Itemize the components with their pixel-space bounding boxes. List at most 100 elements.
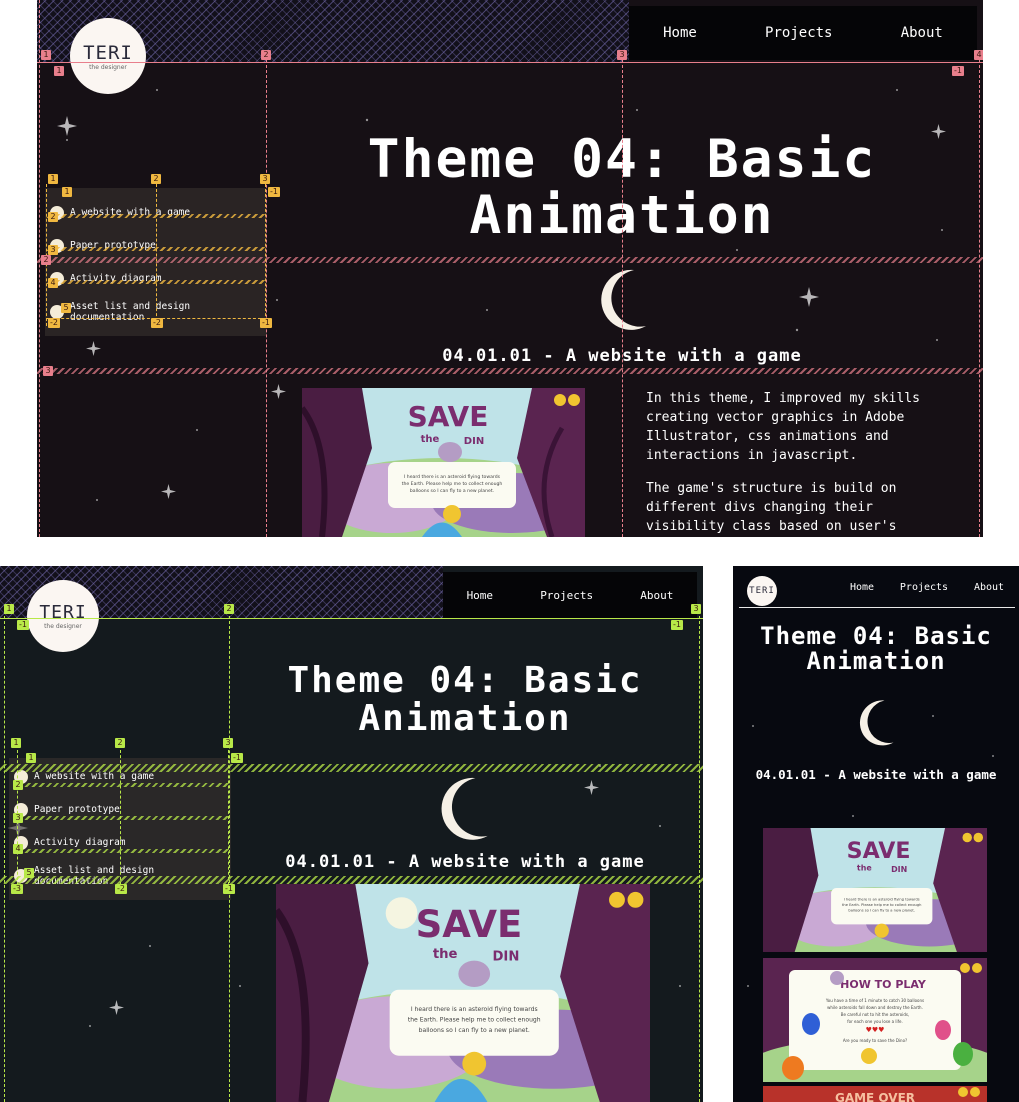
page-title-line2: Animation bbox=[806, 647, 946, 676]
grid-badge: 4 bbox=[48, 278, 58, 288]
nav-projects-link[interactable]: Projects bbox=[900, 582, 948, 593]
svg-text:the: the bbox=[857, 864, 872, 873]
logo-tagline: the designer bbox=[44, 623, 82, 630]
nav-home-link[interactable]: Home bbox=[467, 589, 494, 602]
sidebar-item-activity-diagram[interactable]: Activity diagram bbox=[9, 826, 231, 859]
game-screenshot[interactable]: SAVE the DIN I heard there is an asteroi… bbox=[276, 884, 650, 1102]
logo-tagline: the designer bbox=[89, 63, 127, 71]
grid-badge: 2 bbox=[151, 174, 161, 184]
nav-about-link[interactable]: About bbox=[640, 589, 673, 602]
grid-badge: 3 bbox=[48, 245, 58, 255]
desktop-screenshot: Home Projects About TERI the designer Th… bbox=[37, 0, 983, 537]
grid-badge: 1 bbox=[26, 753, 36, 763]
svg-text:DIN: DIN bbox=[464, 436, 484, 447]
grid-badge: 3 bbox=[43, 366, 53, 376]
svg-text:balloons so I can fly to a new: balloons so I can fly to a new planet. bbox=[410, 488, 494, 494]
sidebar-item-game[interactable]: A website with a game bbox=[9, 760, 231, 793]
sidebar-item-label: Activity diagram bbox=[70, 273, 162, 284]
sidebar-item-paper-prototype[interactable]: Paper prototype bbox=[9, 793, 231, 826]
section-subtitle: 04.01.01 - A website with a game bbox=[442, 346, 802, 366]
page-title-line2: Animation bbox=[358, 697, 572, 739]
page-title-line1: Theme 04: Basic bbox=[287, 660, 643, 701]
grid-badge: 3 bbox=[223, 738, 233, 748]
svg-text:the Earth. Please help me to c: the Earth. Please help me to collect eno… bbox=[408, 1016, 541, 1023]
game-art: SAVE the DIN I heard there is an asteroi… bbox=[302, 388, 585, 537]
gameover-art: GAME OVER bbox=[763, 1086, 987, 1102]
sidebar-nav: A website with a game Paper prototype Ac… bbox=[45, 188, 267, 336]
logo-title: TERI bbox=[83, 41, 133, 64]
grid-badge: -3 bbox=[11, 884, 23, 894]
grid-badge: 5 bbox=[61, 303, 71, 313]
nav-home-link[interactable]: Home bbox=[663, 25, 697, 41]
grid-badge: 2 bbox=[41, 255, 51, 265]
page-title-line1: Theme 04: Basic bbox=[760, 622, 992, 650]
svg-text:You have a time of 1 minute to: You have a time of 1 minute to catch 30 … bbox=[825, 998, 924, 1003]
grid-badge: 3 bbox=[260, 174, 270, 184]
moon-icon bbox=[441, 777, 488, 840]
svg-text:I heard there is an asteroid f: I heard there is an asteroid flying towa… bbox=[404, 474, 501, 480]
nav-projects-link[interactable]: Projects bbox=[540, 589, 593, 602]
page-title: Theme 04: Basic Animation bbox=[733, 622, 1019, 676]
mobile-screenshot: TERI Home Projects About Theme 04: Basic… bbox=[733, 566, 1019, 1102]
logo[interactable]: TERI the designer bbox=[27, 580, 99, 652]
moon-icon bbox=[859, 700, 894, 746]
grid-badge: -1 bbox=[268, 187, 280, 197]
logo[interactable]: TERI the designer bbox=[70, 18, 146, 94]
grid-badge: 1 bbox=[54, 66, 64, 76]
grid-badge: -1 bbox=[260, 318, 272, 328]
logo-title: TERI bbox=[39, 602, 87, 623]
grid-badge: -2 bbox=[151, 318, 163, 328]
header-divider bbox=[739, 607, 1015, 608]
grid-badge: 1 bbox=[62, 187, 72, 197]
nav-home-link[interactable]: Home bbox=[850, 582, 874, 593]
grid-line bbox=[979, 55, 980, 537]
grid-badge: -1 bbox=[17, 620, 29, 630]
svg-text:balloons so I can fly to a new: balloons so I can fly to a new planet. bbox=[419, 1027, 530, 1034]
grid-badge: 5 bbox=[24, 868, 34, 878]
sidebar-item-activity-diagram[interactable]: Activity diagram bbox=[45, 262, 267, 295]
tablet-screenshot: Home Projects About TERI the designer Th… bbox=[0, 566, 703, 1102]
grid-badge: -2 bbox=[48, 318, 60, 328]
grid-badge: 1 bbox=[4, 604, 14, 614]
svg-text:DIN: DIN bbox=[492, 950, 519, 965]
game-title-save: SAVE bbox=[408, 400, 489, 433]
svg-text:HOW TO PLAY: HOW TO PLAY bbox=[840, 978, 927, 991]
logo-title: TERI bbox=[749, 586, 775, 596]
sidebar-item-label: Paper prototype bbox=[34, 804, 120, 815]
grid-badge: -1 bbox=[671, 620, 683, 630]
svg-text:I heard there is an asteroid f: I heard there is an asteroid flying towa… bbox=[411, 1006, 538, 1013]
grid-badge: -1 bbox=[952, 66, 964, 76]
grid-line bbox=[37, 62, 983, 63]
main-nav: Home Projects About bbox=[443, 572, 697, 618]
nav-about-link[interactable]: About bbox=[974, 582, 1004, 593]
game-screenshot[interactable]: SAVE the DIN I heard there is an asteroi… bbox=[302, 388, 585, 537]
sidebar-item-game[interactable]: A website with a game bbox=[45, 196, 267, 229]
nav-projects-link[interactable]: Projects bbox=[765, 25, 832, 41]
svg-text:the: the bbox=[433, 947, 458, 962]
grid-badge: 1 bbox=[41, 50, 51, 60]
grid-badge: 3 bbox=[691, 604, 701, 614]
howto-screenshot[interactable]: HOW TO PLAY You have a time of 1 minute … bbox=[763, 958, 987, 1082]
svg-text:♥♥♥: ♥♥♥ bbox=[866, 1026, 885, 1034]
grid-badge: -1 bbox=[223, 884, 235, 894]
grid-badge: 4 bbox=[974, 50, 983, 60]
logo[interactable]: TERI bbox=[747, 576, 777, 606]
section-subtitle: 04.01.01 - A website with a game bbox=[285, 852, 645, 872]
grid-badge: 2 bbox=[13, 780, 23, 790]
sidebar-item-paper-prototype[interactable]: Paper prototype bbox=[45, 229, 267, 262]
grid-badge: -1 bbox=[231, 753, 243, 763]
svg-text:I heard there is an asteroid f: I heard there is an asteroid flying towa… bbox=[844, 898, 920, 902]
intro-paragraph-1: In this theme, I improved my skills crea… bbox=[646, 391, 920, 463]
page-title-line1: Theme 04: Basic bbox=[367, 129, 877, 190]
svg-text:while asteroids fall down and: while asteroids fall down and destroy th… bbox=[827, 1005, 923, 1010]
game-screenshot[interactable]: SAVE the DIN I heard there is an asteroi… bbox=[763, 828, 987, 952]
gameover-screenshot[interactable]: GAME OVER bbox=[763, 1086, 987, 1102]
nav-about-link[interactable]: About bbox=[901, 25, 943, 41]
sidebar-item-label: Activity diagram bbox=[34, 837, 126, 848]
svg-text:DIN: DIN bbox=[891, 865, 907, 874]
main-nav: Home Projects About bbox=[629, 6, 977, 60]
svg-text:the: the bbox=[421, 434, 440, 445]
grid-line bbox=[39, 0, 40, 537]
grid-badge: 3 bbox=[13, 813, 23, 823]
page-title: Theme 04: Basic Animation bbox=[267, 132, 977, 243]
